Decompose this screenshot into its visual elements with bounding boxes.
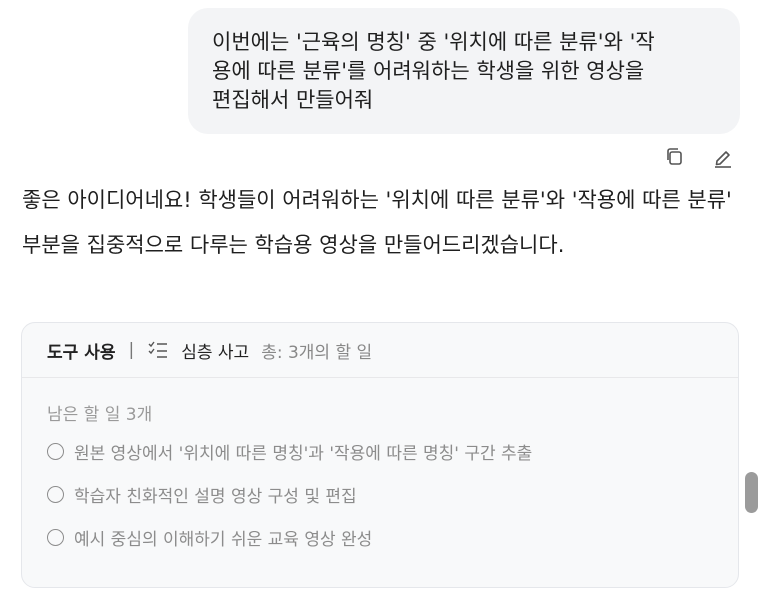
remaining-count: 남은 할 일 3개 (47, 405, 153, 425)
todo-item: 예시 중심의 이해하기 쉬운 교육 영상 완성 (47, 516, 738, 559)
todo-list: 남은 할 일 3개 원본 영상에서 '위치에 따른 명칭'과 '작용에 따른 명… (22, 378, 738, 559)
todo-text: 원본 영상에서 '위치에 따른 명칭'과 '작용에 따른 명칭' 구간 추출 (74, 444, 533, 464)
todo-summary: 총: 3개의 할 일 (261, 342, 373, 363)
checklist-icon (148, 341, 168, 358)
todo-item: 학습자 친화적인 설명 영상 구성 및 편집 (47, 473, 738, 516)
scrollbar-thumb[interactable] (745, 472, 758, 513)
header-separator: | (128, 340, 135, 360)
tool-card-header[interactable]: 도구 사용 | 심층 사고 총: 3개의 할 일 (22, 323, 738, 378)
assistant-reply: 좋은 아이디어네요! 학생들이 어려워하는 '위치에 따른 분류'와 '작용에 … (22, 188, 732, 257)
circle-icon (47, 443, 64, 460)
todo-text: 학습자 친화적인 설명 영상 구성 및 편집 (74, 487, 357, 507)
circle-icon (47, 529, 64, 546)
tool-use-label: 도구 사용 (47, 342, 116, 363)
pencil-icon[interactable] (710, 144, 736, 170)
user-message-bubble: 이번에는 '근육의 명칭' 중 '위치에 따른 분류'와 '작 용에 따른 분류… (188, 8, 740, 134)
copy-icon[interactable] (662, 144, 688, 170)
todo-text: 예시 중심의 이해하기 쉬운 교육 영상 완성 (74, 530, 373, 550)
message-actions (662, 144, 740, 170)
todo-item: 원본 영상에서 '위치에 따른 명칭'과 '작용에 따른 명칭' 구간 추출 (47, 430, 738, 473)
tool-use-card: 도구 사용 | 심층 사고 총: 3개의 할 일 남은 할 일 3개 원본 영상… (21, 322, 739, 588)
circle-icon (47, 486, 64, 503)
tool-name: 심층 사고 (181, 342, 250, 363)
